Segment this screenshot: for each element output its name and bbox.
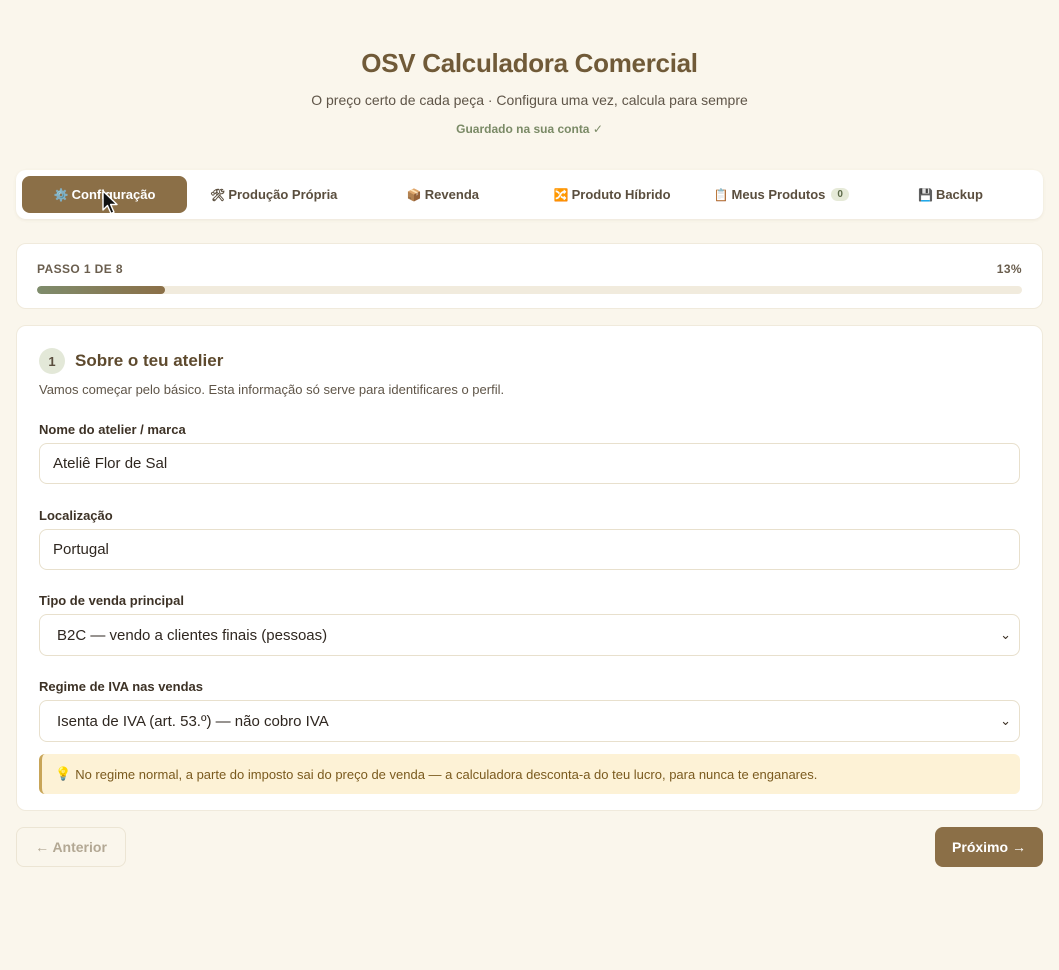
next-button[interactable]: Próximo → [935, 827, 1043, 867]
tab-label: Meus Produtos [731, 187, 826, 202]
step-form-card: 1 Sobre o teu atelier Vamos começar pelo… [16, 325, 1043, 811]
sale-type-select[interactable]: B2C — vendo a clientes finais (pessoas) … [39, 614, 1020, 656]
step-title: Sobre o teu atelier [75, 351, 224, 370]
tip-text: No regime normal, a parte do imposto sai… [75, 766, 818, 782]
progress-card: PASSO 1 DE 8 13% [16, 243, 1043, 309]
step-description: Vamos começar pelo básico. Esta informaç… [39, 382, 505, 397]
package-icon: 📦 [406, 187, 422, 202]
mouse-cursor-icon [102, 190, 118, 215]
tab-label: Produção Própria [228, 187, 338, 202]
progress-percent: 13% [996, 262, 1022, 276]
progress-bar [37, 286, 1022, 294]
page-subtitle: O preço certo de cada peça · Configura u… [311, 92, 748, 108]
clipboard-icon: 📋 [713, 187, 729, 202]
tab-label: Backup [935, 187, 983, 202]
atelier-name-input[interactable]: Ateliê Flor de Sal [39, 443, 1020, 484]
vat-regime-value: Isenta de IVA (art. 53.º) — não cobro IV… [57, 712, 329, 730]
chevron-down-icon: ⌄ [1000, 627, 1011, 642]
tab-produto-hibrido[interactable]: 🔀 Produto Híbrido [530, 176, 695, 213]
floppy-disk-icon: 💾 [917, 187, 933, 202]
atelier-name-label: Nome do atelier / marca [39, 422, 186, 437]
shuffle-icon: 🔀 [553, 187, 569, 202]
tab-label: Revenda [424, 187, 479, 202]
info-tip: 💡 No regime normal, a parte do imposto s… [39, 754, 1020, 794]
page-header: OSV Calculadora Comercial O preço certo … [0, 0, 1059, 136]
tab-producao-propria[interactable]: 🛠 Produção Própria [191, 176, 356, 213]
previous-button[interactable]: ← Anterior [16, 827, 126, 867]
product-count-badge: 0 [831, 188, 849, 201]
tab-revenda[interactable]: 📦 Revenda [360, 176, 525, 213]
step-counter: PASSO 1 DE 8 [37, 262, 123, 276]
step-number-badge: 1 [39, 348, 65, 374]
vat-regime-select[interactable]: Isenta de IVA (art. 53.º) — não cobro IV… [39, 700, 1020, 742]
location-label: Localização [39, 508, 113, 523]
tab-meus-produtos[interactable]: 📋 Meus Produtos 0 [699, 176, 864, 213]
saved-status: Guardado na sua conta ✓ [456, 122, 603, 136]
lightbulb-icon: 💡 [55, 766, 72, 781]
tab-bar: ⚙️ Configuração 🛠 Produção Própria 📦 Rev… [16, 170, 1043, 219]
tab-label: Produto Híbrido [571, 187, 671, 202]
page-title: OSV Calculadora Comercial [361, 48, 698, 78]
sale-type-value: B2C — vendo a clientes finais (pessoas) [57, 626, 328, 644]
tab-backup[interactable]: 💾 Backup [868, 176, 1033, 213]
vat-regime-label: Regime de IVA nas vendas [39, 679, 204, 694]
chevron-down-icon: ⌄ [1000, 713, 1011, 728]
tools-icon: 🛠 [210, 187, 226, 202]
location-input[interactable]: Portugal [39, 529, 1020, 570]
progress-bar-fill [37, 286, 166, 294]
gear-icon: ⚙️ [53, 187, 69, 202]
sale-type-label: Tipo de venda principal [39, 593, 184, 608]
